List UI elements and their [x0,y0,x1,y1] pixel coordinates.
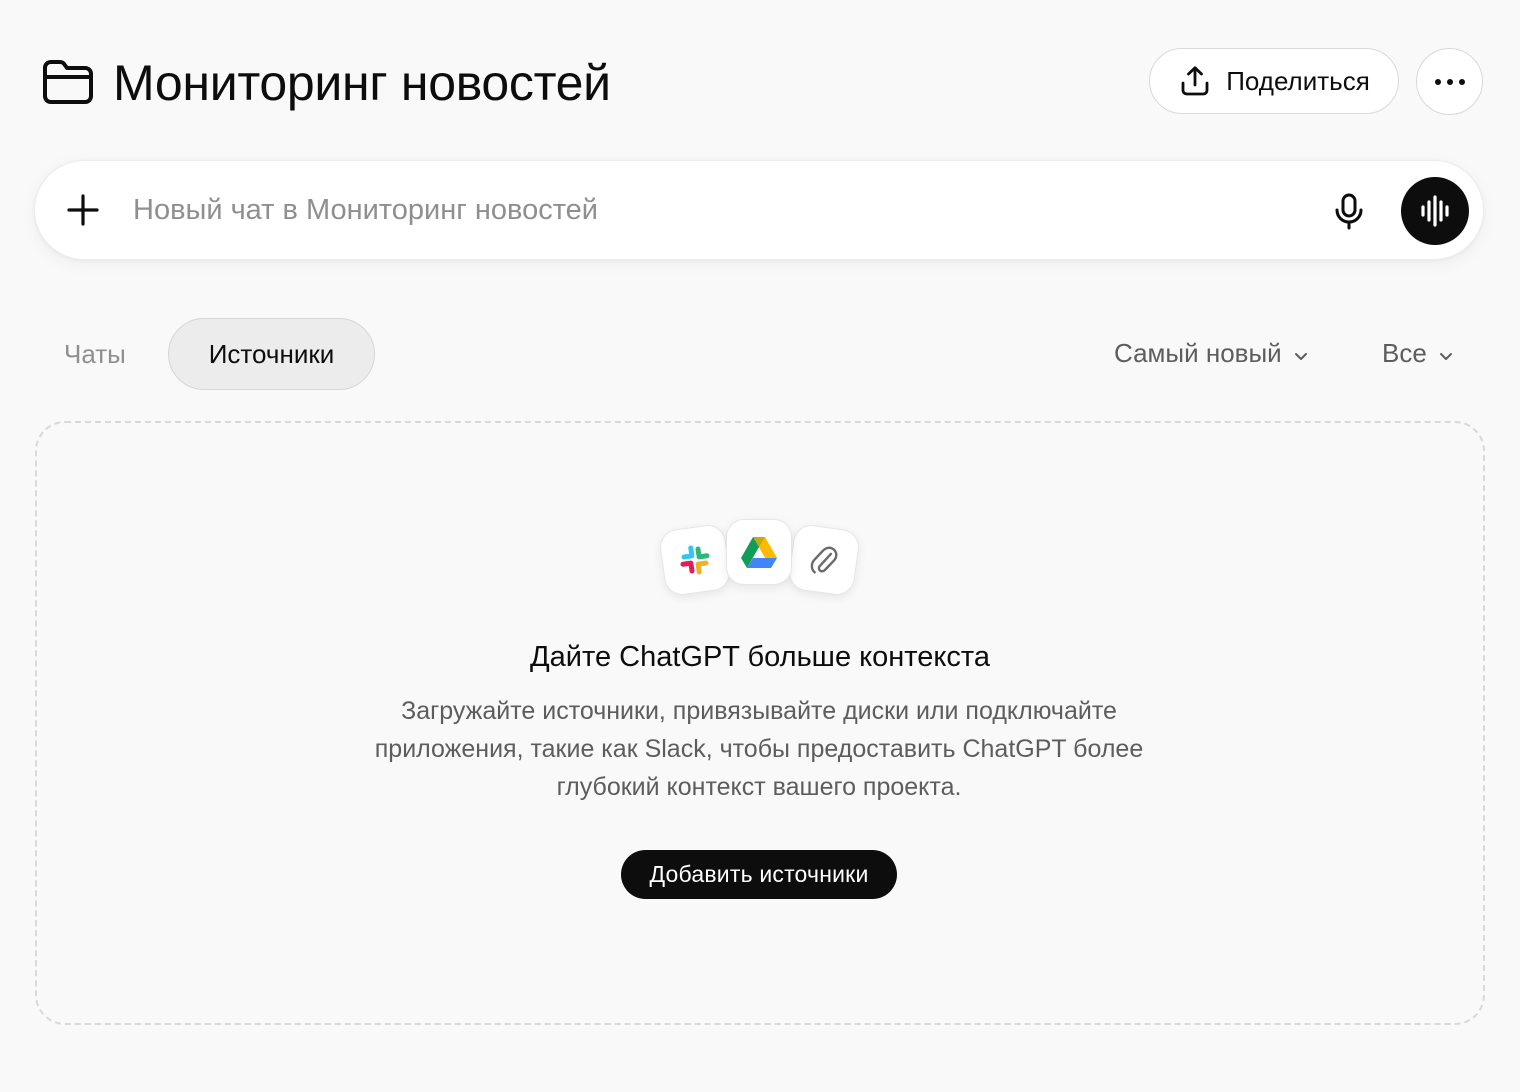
plus-icon[interactable] [63,190,103,230]
tab-sources[interactable]: Источники [168,318,375,390]
empty-state-description: Загружайте источники, привязывайте диски… [374,697,1144,801]
microphone-icon[interactable] [1329,191,1369,231]
chevron-down-icon [1294,352,1307,360]
filter-dropdown[interactable]: Все [1382,338,1455,369]
share-upload-icon [1181,66,1209,96]
slack-tile [657,522,733,598]
share-button-label: Поделиться [1226,65,1370,96]
voice-waveform-icon [1421,195,1449,227]
google-drive-tile [726,519,792,585]
add-sources-button[interactable]: Добавить источники [621,850,897,899]
voice-mode-button[interactable] [1401,177,1469,245]
google-drive-icon [741,537,777,568]
empty-state-title: Дайте ChatGPT больше контекста [530,641,990,673]
tab-chats[interactable]: Чаты [64,339,126,369]
folder-icon [43,60,93,104]
chat-composer [34,160,1484,260]
new-chat-input[interactable] [133,187,1283,233]
more-horizontal-icon [1434,78,1465,85]
chevron-down-icon [1439,352,1452,360]
more-options-button[interactable] [1416,48,1483,115]
share-button[interactable]: Поделиться [1149,48,1399,114]
attachment-tile [786,522,862,598]
page-title: Мониторинг новостей [113,55,611,111]
sort-dropdown-label: Самый новый [1114,338,1282,368]
paperclip-icon [810,546,838,574]
filter-dropdown-label: Все [1382,338,1427,368]
slack-icon [680,545,710,575]
project-header: Мониторинг новостей Поделиться [0,0,1520,160]
sort-dropdown[interactable]: Самый новый [1114,338,1310,369]
